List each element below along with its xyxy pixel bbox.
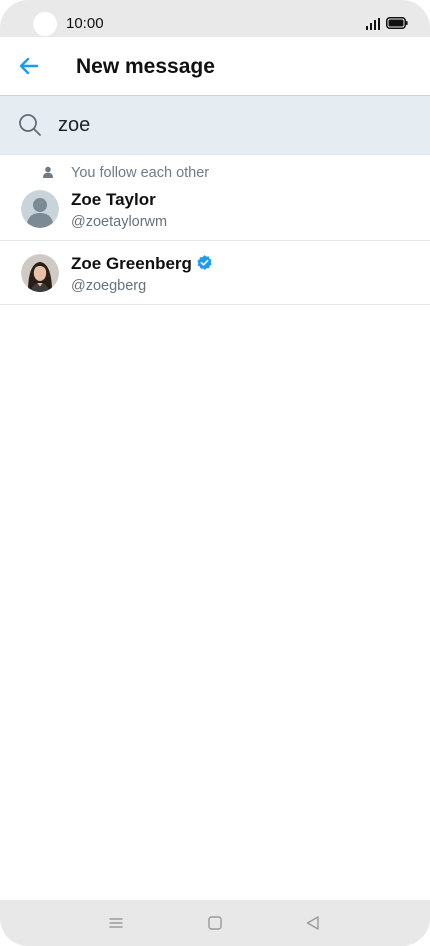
status-time: 10:00 (66, 15, 104, 32)
app-header: New message (0, 37, 430, 95)
verified-badge-icon (197, 255, 212, 270)
person-icon (43, 166, 53, 178)
follow-context-label: You follow each other (71, 165, 210, 181)
list-item[interactable]: Zoe Greenberg @zoegberg (0, 241, 430, 305)
signal-icon (366, 18, 380, 30)
user-name-text: Zoe Greenberg (71, 254, 192, 273)
user-name-text: Zoe Taylor (71, 190, 156, 209)
system-nav-bar (0, 900, 430, 946)
search-bar (0, 95, 430, 155)
page-title: New message (76, 55, 215, 78)
back-triangle-icon[interactable] (303, 913, 323, 933)
menu-icon[interactable] (106, 913, 126, 933)
user-name: Zoe Greenberg (71, 254, 213, 274)
user-handle: @zoegberg (71, 278, 147, 294)
user-name: Zoe Taylor (71, 190, 156, 210)
battery-icon (386, 17, 408, 29)
phone-screen: 10:00 New message You follow eac (0, 0, 430, 946)
search-input[interactable] (58, 110, 398, 140)
default-avatar (21, 190, 59, 228)
profile-photo (21, 254, 59, 292)
status-bar: 10:00 (0, 0, 430, 37)
arrow-left-icon[interactable] (16, 53, 42, 79)
home-square-icon[interactable] (205, 913, 225, 933)
user-handle: @zoetaylorwm (71, 214, 168, 230)
search-icon (19, 114, 41, 136)
camera-cutout (33, 12, 57, 36)
list-item[interactable]: You follow each other Zoe Taylor @zoetay… (0, 155, 430, 241)
